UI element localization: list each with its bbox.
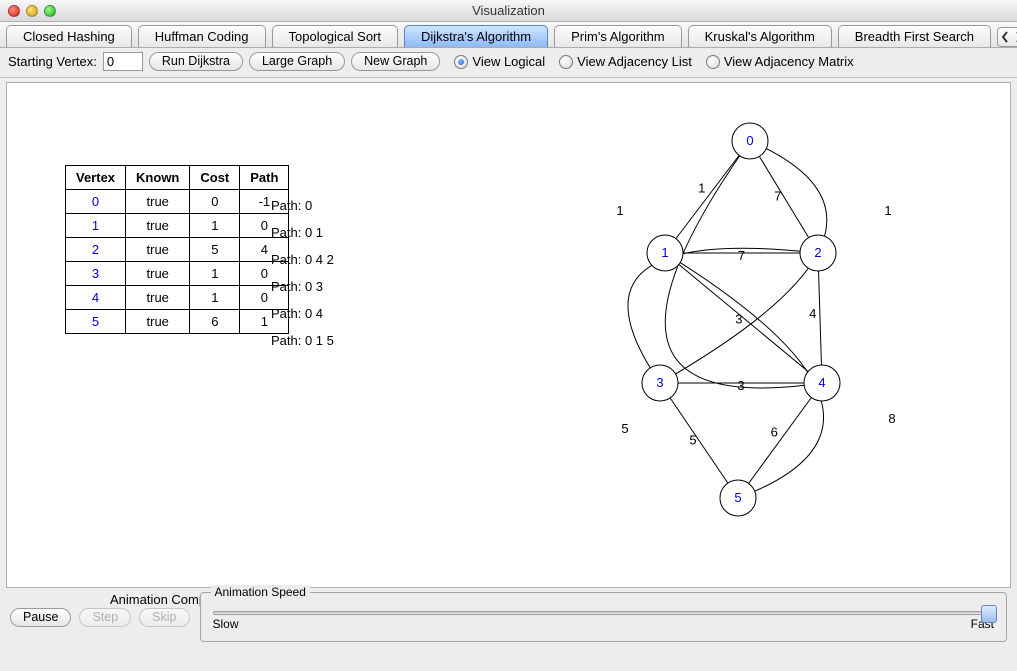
path-text: Path: 0 4 [271,300,334,327]
radio-label: View Adjacency List [577,54,692,69]
tabstrip: Closed Hashing Huffman Coding Topologica… [0,22,1017,48]
table-row: 2true54 [66,238,289,262]
table-header-row: Vertex Known Cost Path [66,166,289,190]
edge-weight: 1 [616,203,623,218]
toolbar: Starting Vertex: Run Dijkstra Large Grap… [0,48,1017,78]
view-logical-radio[interactable]: View Logical [454,54,545,69]
table-row: 5true61 [66,310,289,334]
vertex-label: 1 [661,245,668,260]
path-text: Path: 0 3 [271,273,334,300]
tab-prim[interactable]: Prim's Algorithm [554,25,682,47]
tab-kruskal[interactable]: Kruskal's Algorithm [688,25,832,47]
tab-scroll-icon [1002,31,1017,43]
run-dijkstra-button[interactable]: Run Dijkstra [149,52,243,71]
starting-vertex-input[interactable] [103,52,143,71]
new-graph-button[interactable]: New Graph [351,52,440,71]
tab-huffman[interactable]: Huffman Coding [138,25,266,47]
vertex-label: 4 [818,375,825,390]
path-text: Path: 0 4 2 [271,246,334,273]
skip-button[interactable]: Skip [139,608,189,627]
edge-weight: 5 [621,421,628,436]
edge-weight: 7 [774,189,781,204]
radio-icon [559,55,573,69]
th-known: Known [126,166,190,190]
visualization-canvas: Vertex Known Cost Path 0true0-1 1true10 … [6,82,1011,588]
slider-thumb-icon[interactable] [981,605,997,623]
table-row: 0true0-1 [66,190,289,214]
window-title: Visualization [0,3,1017,18]
path-column: Path: 0 Path: 0 1 Path: 0 4 2 Path: 0 3 … [271,165,334,354]
radio-icon [706,55,720,69]
step-button[interactable]: Step [79,608,131,627]
tab-topological[interactable]: Topological Sort [272,25,399,47]
tab-scroll-buttons[interactable] [997,27,1017,47]
edge-weight: 6 [771,424,778,439]
table-row: 1true10 [66,214,289,238]
path-text: Path: 0 1 5 [271,327,334,354]
edge-weight: 7 [738,248,745,263]
th-vertex: Vertex [66,166,126,190]
tab-bfs[interactable]: Breadth First Search [838,25,991,47]
edge-weight: 1 [698,181,705,196]
edge-weight: 3 [737,378,744,393]
view-adjacency-list-radio[interactable]: View Adjacency List [559,54,692,69]
radio-label: View Adjacency Matrix [724,54,854,69]
starting-vertex-label: Starting Vertex: [8,54,97,69]
edge-weight: 8 [888,411,895,426]
titlebar: Visualization [0,0,1017,22]
edge-weight: 3 [735,312,742,327]
pause-button[interactable]: Pause [10,608,71,627]
table-row: 3true10 [66,262,289,286]
large-graph-button[interactable]: Large Graph [249,52,345,71]
vertex-label: 5 [734,490,741,505]
vertex-label: 3 [656,375,663,390]
vertex-label: 0 [746,133,753,148]
vertex-label: 2 [814,245,821,260]
graph-diagram: 1 7 7 3 4 3 5 6 1 5 1 8 0 1 2 3 4 5 [520,103,980,543]
speed-slow-label: Slow [213,617,239,631]
radio-icon [454,55,468,69]
view-adjacency-matrix-radio[interactable]: View Adjacency Matrix [706,54,854,69]
edge-weight: 5 [689,433,696,448]
path-text: Path: 0 1 [271,219,334,246]
edge-weight: 1 [884,203,891,218]
radio-label: View Logical [472,54,545,69]
tab-dijkstra[interactable]: Dijkstra's Algorithm [404,25,548,47]
th-cost: Cost [190,166,240,190]
speed-slider-box: Animation Speed Slow Fast [200,592,1008,642]
tab-closed-hashing[interactable]: Closed Hashing [6,25,132,47]
table-row: 4true10 [66,286,289,310]
path-text: Path: 0 [271,192,334,219]
edge-weight: 4 [809,306,816,321]
speed-label: Animation Speed [211,585,310,599]
speed-slider[interactable] [213,611,995,615]
dijkstra-table: Vertex Known Cost Path 0true0-1 1true10 … [65,165,289,334]
